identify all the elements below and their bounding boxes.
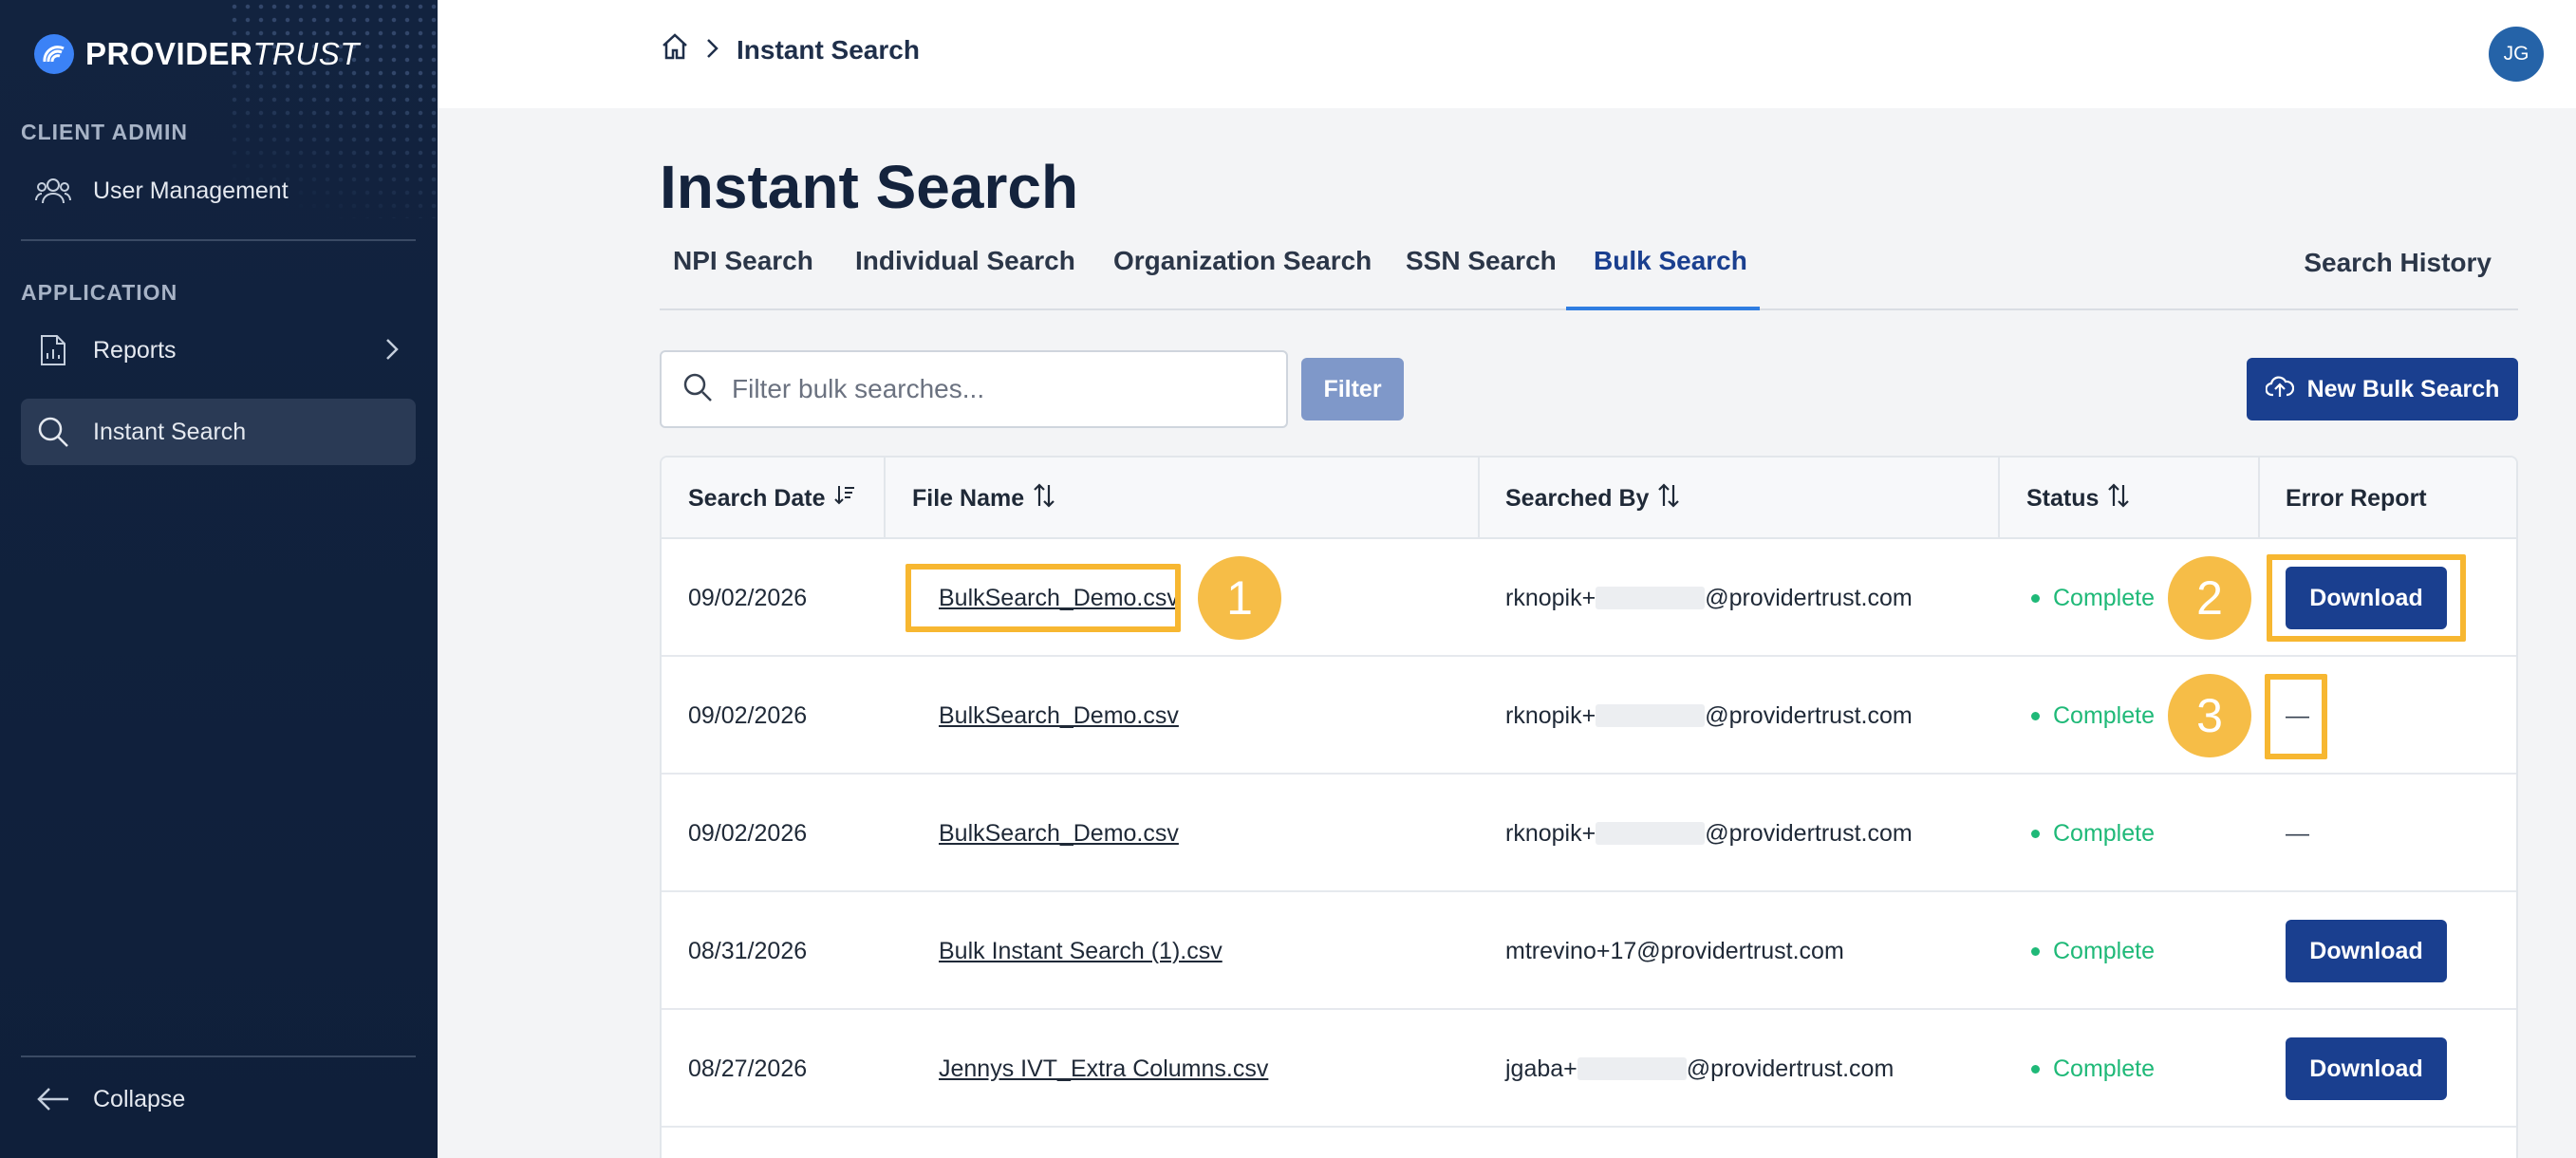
sort-desc-icon xyxy=(833,484,856,514)
sidebar: PROVIDERTRUST CLIENT ADMIN User Manageme… xyxy=(0,0,438,1158)
table-row: 09/02/2026 BulkSearch_Demo.csv rknopik+ @… xyxy=(662,775,2516,892)
search-history-link[interactable]: Search History xyxy=(2304,248,2492,278)
bulk-search-table: Search Date File Name Searched By Status… xyxy=(660,456,2518,1158)
searched-by-cell: rknopik+ @providertrust.com xyxy=(1505,584,1913,611)
file-name-link[interactable]: BulkSearch_Demo.csv xyxy=(939,702,1179,730)
breadcrumb: Instant Search xyxy=(661,32,920,67)
search-date-cell: 08/31/2026 xyxy=(688,937,808,964)
search-date-cell: 08/27/2026 xyxy=(688,1055,808,1082)
sort-icon xyxy=(2106,482,2131,514)
tab-npi-search[interactable]: NPI Search xyxy=(673,246,813,276)
annotation-badge-1: 1 xyxy=(1198,556,1281,640)
tab-bar: NPI Search Individual Search Organizatio… xyxy=(660,233,2518,310)
search-icon xyxy=(682,372,713,407)
breadcrumb-current: Instant Search xyxy=(737,34,920,65)
sidebar-item-instant-search[interactable]: Instant Search xyxy=(21,399,416,465)
download-error-report-button[interactable]: Download xyxy=(2286,920,2447,982)
avatar[interactable]: JG xyxy=(2489,27,2544,82)
column-header-file-name[interactable]: File Name xyxy=(912,458,1056,539)
table-row: 08/31/2026 Bulk Instant Search (1).csv m… xyxy=(662,892,2516,1010)
status-badge: Complete xyxy=(2031,539,2155,657)
column-header-searched-by[interactable]: Searched By xyxy=(1505,458,1681,539)
chevron-right-icon xyxy=(385,338,399,367)
collapse-button[interactable]: Collapse xyxy=(21,1066,416,1132)
sidebar-divider xyxy=(21,239,416,241)
sidebar-item-user-management[interactable]: User Management xyxy=(21,158,416,224)
home-icon[interactable] xyxy=(661,32,689,67)
search-date-cell: 09/02/2026 xyxy=(688,819,808,847)
download-error-report-button[interactable]: Download xyxy=(2286,1037,2447,1100)
top-bar: Instant Search JG xyxy=(438,0,2576,108)
new-bulk-search-label: New Bulk Search xyxy=(2306,375,2500,402)
page-title: Instant Search xyxy=(660,153,1079,221)
sidebar-item-label: Reports xyxy=(93,336,177,364)
column-header-search-date[interactable]: Search Date xyxy=(688,458,856,539)
searched-by-cell: jgaba+ @providertrust.com xyxy=(1505,1055,1895,1082)
redacted-text xyxy=(1577,1057,1687,1080)
search-icon xyxy=(34,413,72,451)
table-row: 08/27/2026 Jennys IVT_Extra Columns.csv … xyxy=(662,1010,2516,1128)
logo-mark-icon xyxy=(34,34,74,74)
redacted-text xyxy=(1596,587,1706,609)
table-header: Search Date File Name Searched By Status… xyxy=(662,458,2516,539)
searched-by-cell: rknopik+ @providertrust.com xyxy=(1505,701,1913,729)
file-name-link[interactable]: Bulk Instant Search (1).csv xyxy=(939,938,1223,965)
brand-logo[interactable]: PROVIDERTRUST xyxy=(34,34,360,74)
section-label-application: APPLICATION xyxy=(21,280,178,305)
annotation-badge-2: 2 xyxy=(2168,556,2251,640)
searched-by-cell: rknopik+ @providertrust.com xyxy=(1505,819,1913,847)
sidebar-divider xyxy=(21,1055,416,1057)
tab-individual-search[interactable]: Individual Search xyxy=(855,246,1075,276)
new-bulk-search-button[interactable]: New Bulk Search xyxy=(2247,358,2518,420)
sort-icon xyxy=(1032,482,1056,514)
collapse-label: Collapse xyxy=(93,1085,186,1112)
status-badge: Complete xyxy=(2031,775,2155,892)
chevron-right-icon xyxy=(706,35,719,65)
file-name-link[interactable]: BulkSearch_Demo.csv xyxy=(939,820,1179,848)
sidebar-item-label: Instant Search xyxy=(93,418,247,445)
highlight-file-name xyxy=(905,564,1181,632)
redacted-text xyxy=(1596,822,1706,845)
search-date-cell: 09/02/2026 xyxy=(688,701,808,729)
tab-organization-search[interactable]: Organization Search xyxy=(1113,246,1372,276)
column-header-status[interactable]: Status xyxy=(2026,458,2131,539)
active-tab-indicator xyxy=(1566,307,1760,310)
status-badge: Complete xyxy=(2031,1010,2155,1128)
arrow-left-icon xyxy=(34,1080,72,1118)
sort-icon xyxy=(1656,482,1681,514)
tab-bulk-search[interactable]: Bulk Search xyxy=(1594,246,1747,276)
annotation-badge-3: 3 xyxy=(2168,674,2251,757)
filter-button[interactable]: Filter xyxy=(1301,358,1404,420)
cloud-upload-icon xyxy=(2264,374,2294,405)
redacted-text xyxy=(1596,704,1706,727)
status-badge: Complete xyxy=(2031,892,2155,1010)
highlight-download-button xyxy=(2267,554,2466,642)
filter-search-box[interactable] xyxy=(660,350,1288,428)
brand-name: PROVIDERTRUST xyxy=(85,36,360,71)
no-error-report: — xyxy=(2286,819,2309,847)
highlight-no-error-report xyxy=(2265,674,2327,759)
users-icon xyxy=(34,172,72,210)
searched-by-cell: mtrevino+17@providertrust.com xyxy=(1505,937,1844,964)
sidebar-item-label: User Management xyxy=(93,177,289,204)
tab-ssn-search[interactable]: SSN Search xyxy=(1406,246,1557,276)
column-header-error-report: Error Report xyxy=(2286,484,2427,512)
file-name-link[interactable]: Jennys IVT_Extra Columns.csv xyxy=(939,1055,1268,1083)
sidebar-item-reports[interactable]: Reports xyxy=(21,317,416,383)
filter-input[interactable] xyxy=(732,374,1263,404)
status-badge: Complete xyxy=(2031,657,2155,775)
report-icon xyxy=(34,331,72,369)
search-date-cell: 09/02/2026 xyxy=(688,584,808,611)
section-label-client-admin: CLIENT ADMIN xyxy=(21,120,188,144)
